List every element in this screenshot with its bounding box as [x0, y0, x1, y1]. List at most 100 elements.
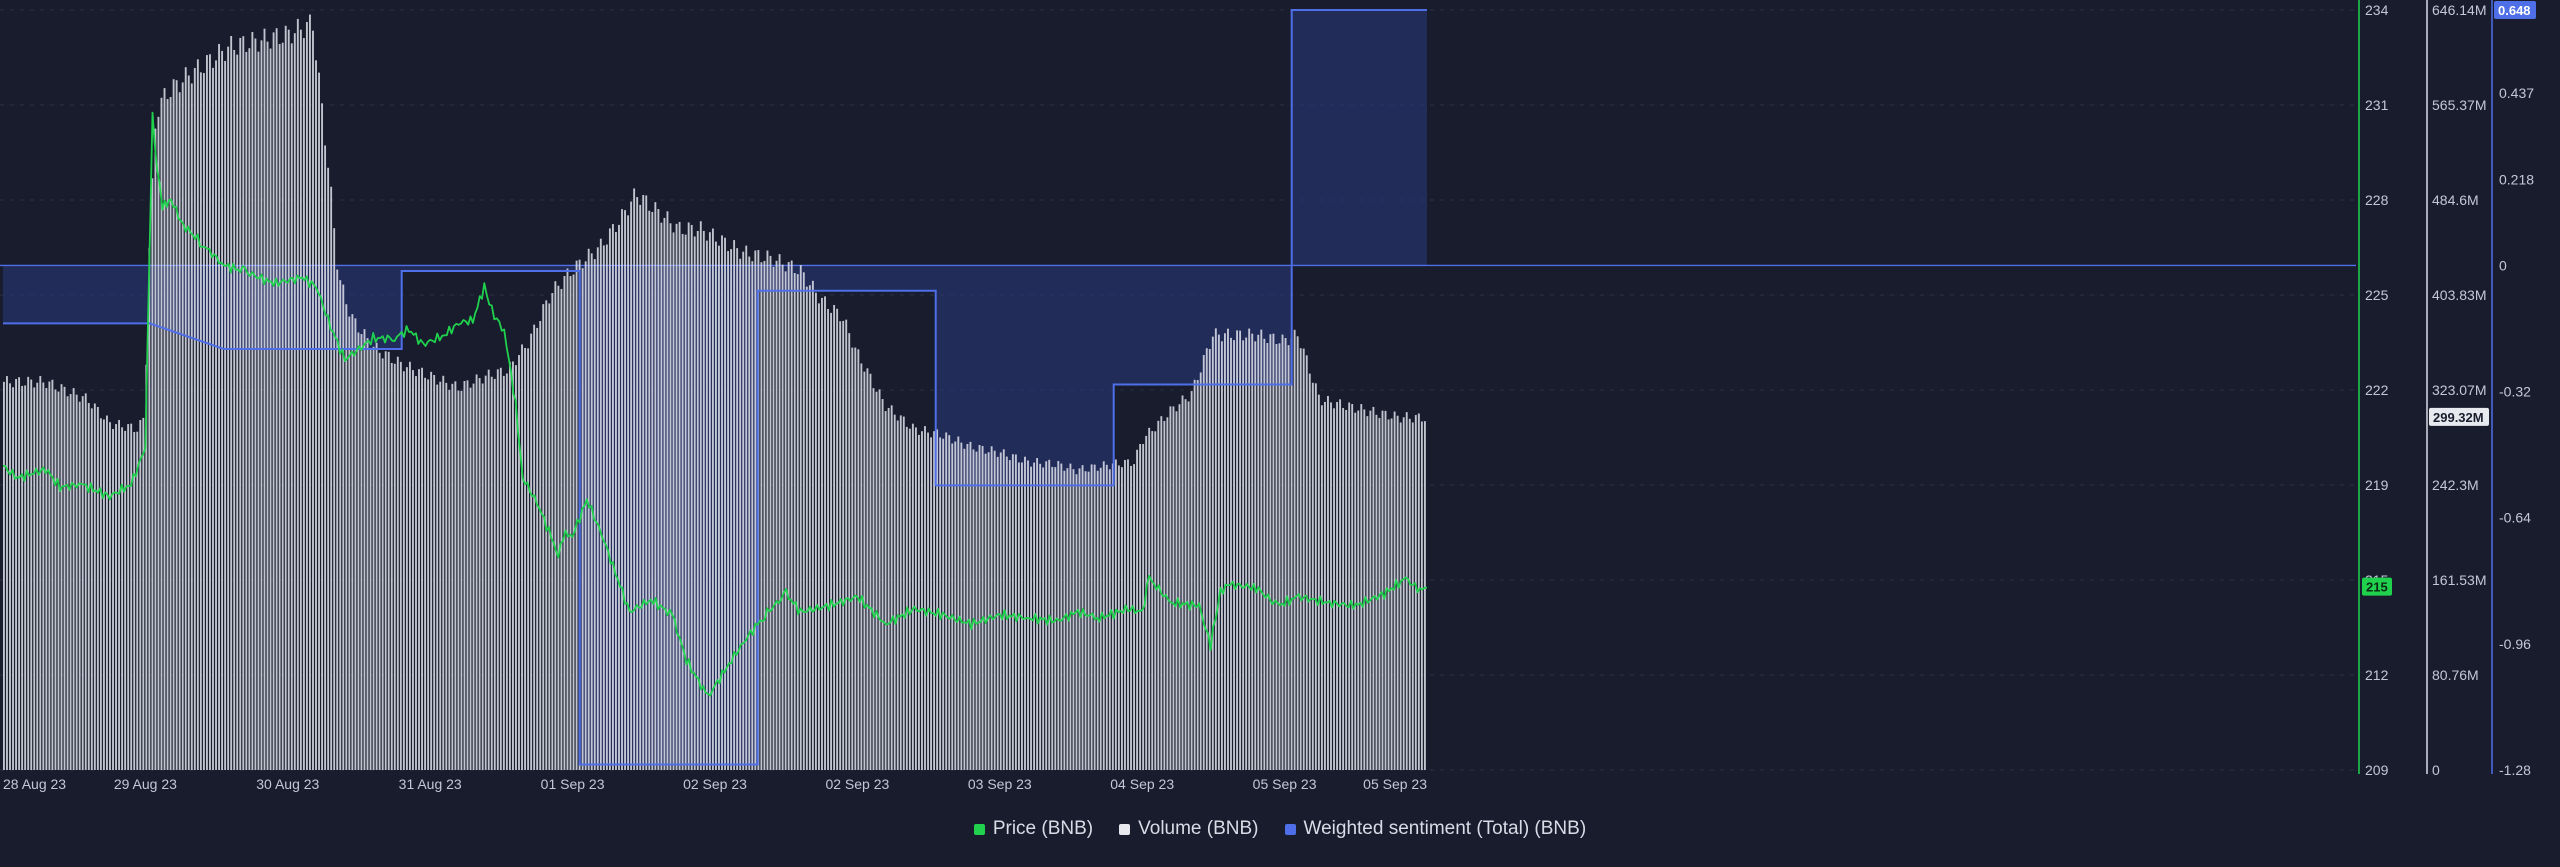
volume-bar — [824, 296, 826, 770]
volume-bar — [87, 403, 90, 770]
volume-bar — [1308, 373, 1311, 770]
legend-item-volume[interactable]: Volume (BNB) — [1119, 818, 1259, 840]
volume-bar — [993, 450, 996, 770]
volume-bar — [290, 43, 293, 771]
volume-bar — [448, 389, 451, 770]
volume-bar — [12, 387, 14, 770]
volume-bar — [63, 386, 66, 770]
volume-bar — [475, 374, 478, 770]
legend-item-price[interactable]: Price (BNB) — [973, 818, 1093, 840]
volume-bar — [754, 250, 757, 770]
volume-bar — [1245, 337, 1248, 770]
volume-bar — [821, 297, 823, 770]
volume-bar — [672, 232, 675, 771]
volume-bar — [1090, 464, 1093, 770]
volume-bar — [624, 210, 626, 770]
volume-bar — [939, 437, 942, 770]
volume-bar — [36, 382, 39, 770]
sentiment-swatch — [1284, 823, 1296, 835]
volume-bar — [24, 385, 27, 770]
volume-bar — [275, 28, 278, 770]
price-tick-label: 228 — [2365, 192, 2389, 208]
price-current-text: 215 — [2366, 580, 2388, 595]
volume-bar — [599, 238, 602, 770]
volume-bar — [1320, 405, 1323, 770]
volume-bar — [521, 344, 523, 770]
volume-bar — [166, 99, 169, 771]
volume-bar — [69, 394, 72, 770]
volume-bar — [487, 369, 490, 770]
volume-bar — [1393, 411, 1396, 770]
volume-bar — [836, 308, 839, 770]
volume-bar — [60, 384, 63, 770]
volume-bar — [309, 14, 311, 770]
volume-bar — [1199, 372, 1202, 770]
volume-bar — [496, 369, 499, 770]
volume-bar — [457, 390, 460, 770]
volume-bar — [133, 432, 136, 770]
volume-bar — [593, 259, 596, 770]
volume-bar — [760, 262, 763, 770]
volume-bar — [399, 361, 402, 770]
volume-bar — [918, 434, 920, 770]
volume-bar — [930, 437, 932, 770]
volume-bar — [57, 391, 60, 770]
volume-bar — [960, 442, 963, 770]
volume-tick-label: 80.76M — [2432, 667, 2479, 683]
volume-bar — [415, 376, 417, 770]
volume-bar — [893, 414, 896, 770]
volume-bar — [3, 381, 5, 770]
volume-bar — [472, 383, 475, 770]
volume-bar — [657, 209, 660, 771]
volume-bar — [212, 67, 214, 770]
volume-bar — [554, 281, 557, 770]
volume-bar — [378, 352, 381, 770]
sentiment-tick-label: -0.96 — [2499, 636, 2531, 652]
legend: Price (BNB) Volume (BNB) Weighted sentim… — [0, 818, 2560, 840]
volume-bar — [21, 385, 24, 770]
volume-bar — [584, 261, 587, 770]
volume-bar — [751, 261, 754, 770]
volume-bar — [1220, 341, 1223, 770]
volume-bar — [905, 426, 908, 770]
volume-bar — [693, 236, 696, 770]
sentiment-tick-label: 0.218 — [2499, 172, 2534, 188]
volume-bar — [193, 68, 196, 770]
volume-bar — [881, 399, 884, 770]
volume-bar — [1275, 344, 1278, 770]
x-tick-label: 02 Sep 23 — [683, 776, 747, 792]
volume-bar — [787, 262, 790, 770]
volume-bar — [1348, 402, 1351, 770]
volume-bar — [39, 376, 42, 770]
volume-bar — [366, 338, 369, 770]
volume-bar — [163, 88, 166, 771]
volume-bar — [1202, 355, 1205, 770]
legend-label-volume: Volume (BNB) — [1138, 818, 1259, 839]
volume-bar — [278, 44, 281, 770]
volume-bar — [224, 60, 227, 771]
volume-bar — [833, 304, 836, 770]
volume-bar — [1311, 382, 1314, 770]
volume-bar — [1133, 464, 1135, 770]
volume-bar — [675, 223, 678, 770]
volume-bar — [721, 235, 723, 770]
volume-bar — [1075, 474, 1078, 770]
volume-bar — [1354, 412, 1357, 770]
sentiment-tick-label: 0.437 — [2499, 85, 2534, 101]
volume-bar — [1178, 404, 1181, 770]
volume-bar — [763, 260, 766, 770]
price-tick-label: 231 — [2365, 97, 2389, 113]
volume-bar — [1336, 401, 1338, 770]
volume-bar — [266, 41, 269, 770]
volume-bar — [151, 178, 154, 770]
volume-bar — [663, 217, 666, 770]
volume-bar — [957, 436, 960, 770]
volume-bar — [972, 449, 975, 770]
volume-bar — [842, 320, 845, 770]
volume-bar — [1172, 406, 1175, 770]
volume-bar — [157, 116, 160, 770]
legend-item-sentiment[interactable]: Weighted sentiment (Total) (BNB) — [1284, 818, 1586, 840]
volume-bar — [981, 445, 984, 770]
volume-bar — [1396, 415, 1399, 770]
volume-bar — [1236, 330, 1238, 770]
